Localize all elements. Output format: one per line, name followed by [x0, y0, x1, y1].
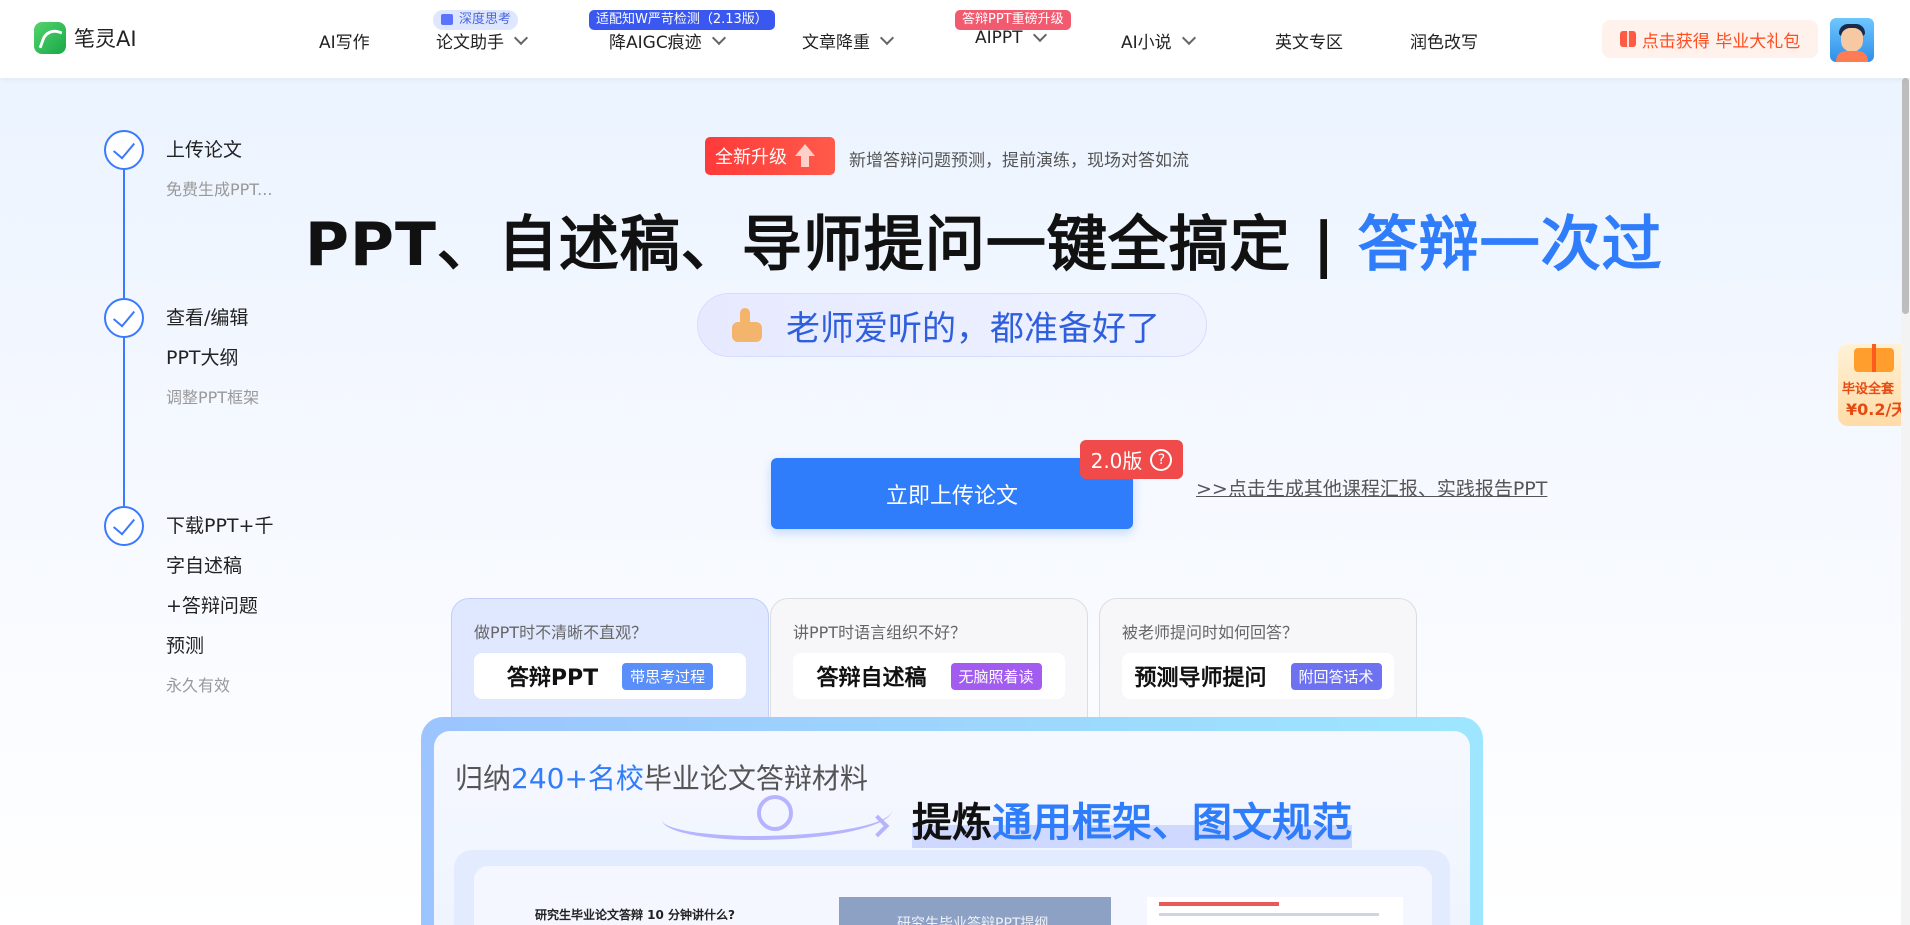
- thinking-icon: [441, 14, 453, 25]
- tab-card: 预测导师提问 附回答话术: [1122, 653, 1394, 699]
- version-text: 2.0版: [1090, 449, 1143, 473]
- nav-label: AIPPT: [975, 28, 1023, 48]
- headline-highlight: 240+名校: [511, 762, 644, 795]
- outline-heading-line: [1159, 902, 1279, 906]
- upload-thesis-button[interactable]: 立即上传论文: [771, 458, 1133, 529]
- tab-tag: 带思考过程: [622, 662, 714, 690]
- doc-mid-title: 研究生毕业答辩PPT提纲: [897, 916, 1049, 925]
- doc-slide-thumbnail: 研究生毕业答辩PPT提纲: [839, 897, 1111, 925]
- gift-pack-button[interactable]: 点击获得 毕业大礼包: [1602, 20, 1818, 58]
- nav-ai-writing[interactable]: AI写作: [319, 28, 370, 53]
- logo[interactable]: 笔灵AI: [34, 22, 137, 54]
- panel-slogan: 提炼通用框架、图文规范: [912, 790, 1352, 848]
- nav-polish-rewrite[interactable]: 润色改写: [1410, 28, 1478, 53]
- chevron-down-icon: [1181, 30, 1196, 45]
- tab-predict-questions[interactable]: 被老师提问时如何回答？ 预测导师提问 附回答话术: [1099, 598, 1417, 723]
- badge-text: 深度思考: [459, 12, 512, 27]
- version-badge[interactable]: 2.0版 ?: [1080, 440, 1183, 479]
- gift-icon: [1619, 31, 1636, 47]
- nav-label: 降AIGC痕迹: [609, 33, 702, 53]
- scroll-thumb[interactable]: [1902, 78, 1909, 314]
- slogan-pre: 提炼: [912, 800, 992, 846]
- arrow-up-icon: [795, 144, 815, 168]
- chevron-down-icon: [1032, 27, 1047, 43]
- floating-promo[interactable]: 毕设全套 ¥0.2/天: [1838, 344, 1910, 426]
- tab-question: 被老师提问时如何回答？: [1122, 623, 1299, 642]
- title-main: PPT、自述稿、导师提问一键全搞定 |: [305, 210, 1358, 280]
- promo-line2: ¥0.2/天: [1846, 400, 1908, 419]
- tab-question: 做PPT时不清晰不直观？: [474, 623, 648, 642]
- step-1-sub: 免费生成PPT...: [166, 180, 273, 199]
- step-3-title-line: +答辩问题: [166, 595, 258, 617]
- step-2-title-line: PPT大纲: [166, 347, 239, 369]
- avatar[interactable]: [1830, 18, 1874, 62]
- nav-rewrite-dedup[interactable]: 文章降重: [802, 28, 895, 53]
- upgrade-badge: 全新升级: [705, 137, 835, 175]
- tab-defense-ppt[interactable]: 做PPT时不清晰不直观？ 答辩PPT 带思考过程: [451, 598, 769, 723]
- doc-outline-thumbnail: [1147, 897, 1403, 925]
- step-3-title-line: 字自述稿: [166, 555, 243, 577]
- check-icon: [104, 130, 144, 170]
- subtitle-pill: 老师爱听的，都准备好了: [697, 293, 1207, 357]
- headline-pre: 归纳: [455, 762, 512, 795]
- gift-box-icon: [1854, 344, 1894, 372]
- step-1-title: 上传论文: [166, 139, 243, 161]
- tab-card: 答辩PPT 带思考过程: [474, 653, 746, 699]
- step-connector: [123, 338, 125, 506]
- nav-badge-aigc: 适配知W严苛检测（2.13版）: [589, 10, 775, 30]
- thumbs-up-icon: [730, 306, 768, 344]
- title-accent: 答辩一次过: [1357, 210, 1663, 280]
- swoosh-loop-decoration: [757, 795, 793, 831]
- check-icon: [104, 506, 144, 546]
- tab-question: 讲PPT时语言组织不好？: [793, 623, 967, 642]
- slogan-highlight: 通用框架、图文规范: [992, 800, 1352, 846]
- tab-name: 预测导师提问: [1134, 666, 1267, 691]
- page-scrollbar[interactable]: [1901, 78, 1910, 925]
- step-2-title-line: 查看/编辑: [166, 307, 249, 329]
- chevron-down-icon: [879, 30, 895, 45]
- nav-badge-aippt: 答辩PPT重磅升级: [955, 10, 1071, 30]
- tab-tag: 无脑照着读: [950, 662, 1042, 690]
- chevron-down-icon: [711, 30, 726, 45]
- nav-label: 论文助手: [436, 33, 504, 53]
- nav-label: 英文专区: [1275, 33, 1343, 53]
- nav-label: 润色改写: [1410, 33, 1478, 53]
- other-ppt-link[interactable]: >>点击生成其他课程汇报、实践报告PPT: [1196, 474, 1547, 501]
- outline-text-line: [1159, 913, 1379, 916]
- page-title: PPT、自述稿、导师提问一键全搞定 | 答辩一次过: [305, 196, 1663, 283]
- check-icon: [104, 298, 144, 338]
- top-header: 笔灵AI AI写作 深度思考 论文助手 适配知W严苛检测（2.13版） 降AIG…: [0, 0, 1910, 78]
- help-icon: ?: [1150, 448, 1173, 471]
- tab-name: 答辩自述稿: [816, 666, 927, 691]
- nav-aippt[interactable]: AIPPT: [975, 27, 1047, 48]
- doc-left-title: 研究生毕业论文答辩 10 分钟讲什么?: [535, 908, 736, 922]
- step-3-title-line: 预测: [166, 635, 205, 657]
- nav-label: 文章降重: [802, 33, 870, 53]
- nav-label: AI小说: [1121, 33, 1172, 53]
- promo-line1: 毕设全套: [1842, 382, 1895, 397]
- gift-button-label: 点击获得 毕业大礼包: [1641, 31, 1801, 52]
- step-3-sub: 永久有效: [166, 676, 231, 695]
- tab-tag: 附回答话术: [1290, 662, 1382, 690]
- nav-ai-novel[interactable]: AI小说: [1121, 28, 1196, 53]
- nav-badge-deep-thinking: 深度思考: [433, 10, 519, 30]
- step-2-sub: 调整PPT框架: [166, 388, 260, 407]
- step-3-title-line: 下载PPT+千: [166, 515, 274, 537]
- upgrade-description: 新增答辩问题预测，提前演练，现场对答如流: [849, 151, 1189, 171]
- upgrade-badge-text: 全新升级: [715, 147, 787, 168]
- avatar-body: [1836, 51, 1868, 62]
- tab-name: 答辩PPT: [506, 666, 599, 691]
- nav-english-zone[interactable]: 英文专区: [1275, 28, 1343, 53]
- tab-card: 答辩自述稿 无脑照着读: [793, 653, 1065, 699]
- nav-thesis-assistant[interactable]: 论文助手: [436, 28, 529, 53]
- step-connector: [123, 170, 125, 298]
- logo-leaf-icon: [34, 22, 66, 54]
- nav-reduce-aigc[interactable]: 降AIGC痕迹: [609, 28, 726, 53]
- nav-label: AI写作: [319, 33, 370, 53]
- tab-defense-script[interactable]: 讲PPT时语言组织不好？ 答辩自述稿 无脑照着读: [770, 598, 1088, 723]
- subtitle-text: 老师爱听的，都准备好了: [786, 308, 1160, 349]
- logo-text: 笔灵AI: [74, 27, 137, 51]
- avatar-face: [1841, 28, 1863, 52]
- chevron-down-icon: [513, 30, 529, 45]
